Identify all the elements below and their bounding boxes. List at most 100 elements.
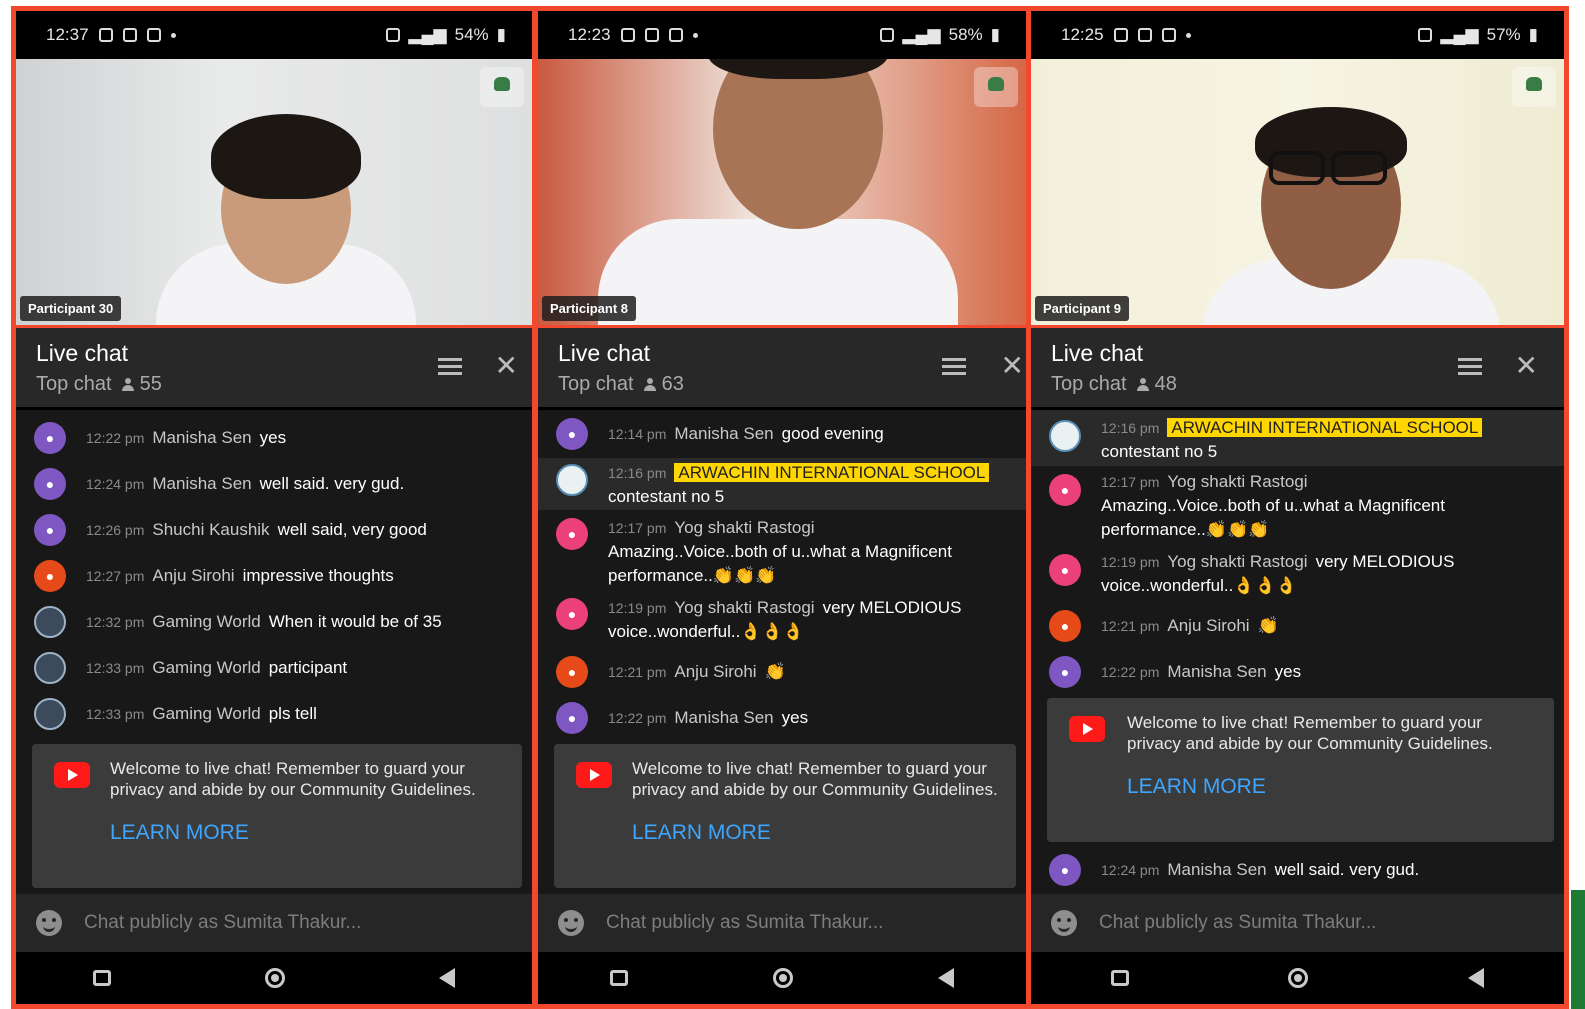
avatar: ● (556, 518, 588, 550)
close-icon[interactable]: ✕ (1515, 352, 1538, 380)
participant-label: Participant 8 (542, 296, 637, 321)
more-notifications-icon (1185, 32, 1191, 38)
chat-message: 12:32 pm Gaming World When it would be of … (16, 606, 532, 638)
chat-message: ● 12:21 pm Anju Sirohi 👏 (1031, 610, 1564, 642)
home-icon[interactable] (1288, 968, 1309, 988)
mail-icon (1161, 28, 1176, 42)
status-time: 12:23 (568, 25, 611, 44)
battery-level: 58% (948, 25, 983, 44)
more-notifications-icon (692, 32, 698, 38)
back-icon[interactable] (937, 968, 954, 988)
chat-message-list[interactable]: ● 12:22 pm Manisha Sen yes ● 12:24 pm Manis… (16, 410, 532, 894)
chat-title: Live chat (1051, 340, 1144, 366)
avatar: ● (1049, 656, 1081, 688)
status-time: 12:25 (1061, 25, 1104, 44)
filter-settings-icon[interactable] (438, 356, 462, 378)
gallery-icon (620, 28, 635, 42)
battery-level: 57% (1486, 25, 1521, 44)
recent-apps-icon[interactable] (93, 970, 111, 986)
youtube-icon (576, 762, 612, 788)
chat-header: Live chat Top chat 48 ✕ (1031, 325, 1564, 407)
chat-message: ● 12:26 pm Shuchi Kaushik well said, very … (16, 514, 532, 546)
avatar: ● (34, 422, 66, 454)
avatar: ● (556, 702, 588, 734)
video-player[interactable]: Participant 9 (1031, 59, 1564, 325)
chat-message: ● 12:22 pm Manisha Sen yes (16, 422, 532, 454)
chat-input-placeholder[interactable]: Chat publicly as Sumita Thakur... (1099, 912, 1376, 934)
filter-settings-icon[interactable] (1458, 356, 1482, 378)
avatar: ● (1049, 554, 1081, 586)
message-icon (668, 28, 683, 42)
phone-screenshot-3: 12:25 ▂▄▆ 57% ▮ Participant 9 Live chat … (1026, 6, 1569, 1009)
alarm-icon (880, 28, 895, 42)
battery-icon: ▮ (496, 25, 506, 44)
whatsapp-icon (1113, 28, 1128, 42)
notification-icon (122, 28, 137, 42)
top-chat-dropdown[interactable]: Top chat (558, 373, 634, 396)
gallery-icon (1137, 28, 1152, 42)
emoji-icon[interactable] (1051, 910, 1077, 936)
chat-input-placeholder[interactable]: Chat publicly as Sumita Thakur... (84, 912, 361, 934)
top-chat-dropdown[interactable]: Top chat (36, 373, 112, 396)
chat-message: ● 12:17 pm Yog shakti Rastogi Amazing..Vo… (538, 516, 1026, 588)
chat-input[interactable]: Chat publicly as Sumita Thakur... (1031, 894, 1564, 952)
chat-input[interactable]: Chat publicly as Sumita Thakur... (16, 894, 532, 952)
close-icon[interactable]: ✕ (495, 352, 518, 380)
chat-message: ● 12:14 pm Manisha Sen good evening (538, 418, 1026, 450)
phone-screenshot-2: 12:23 ▂▄▆ 58% ▮ Participant 8 Live chat … (533, 6, 1031, 1009)
top-chat-dropdown[interactable]: Top chat (1051, 373, 1127, 396)
battery-icon: ▮ (990, 25, 1000, 44)
avatar: ● (1049, 854, 1081, 886)
welcome-text: Welcome to live chat! Remember to guard … (110, 759, 476, 799)
person-icon (643, 378, 656, 391)
back-icon[interactable] (439, 968, 455, 988)
recent-apps-icon[interactable] (610, 970, 629, 986)
chat-message: ● 12:27 pm Anju Sirohi impressive thoughts (16, 560, 532, 592)
welcome-card: Welcome to live chat! Remember to guard … (554, 744, 1016, 888)
close-icon[interactable]: ✕ (1001, 352, 1024, 380)
viewer-count: 63 (643, 373, 684, 396)
signal-icon: ▂▄▆ (408, 25, 447, 44)
welcome-card: Welcome to live chat! Remember to guard … (32, 744, 522, 888)
filter-settings-icon[interactable] (942, 356, 966, 378)
video-player[interactable]: Participant 30 (16, 59, 532, 325)
avatar (34, 606, 66, 638)
signal-icon: ▂▄▆ (1440, 25, 1479, 44)
chat-message-owner: 12:16 pm ARWACHIN INTERNATIONAL SCHOOL co… (1031, 410, 1564, 466)
streamyard-watermark (480, 67, 524, 107)
youtube-icon (1069, 716, 1105, 742)
school-logo-avatar (1049, 420, 1081, 452)
home-icon[interactable] (265, 968, 285, 988)
chat-message: ● 12:19 pm Yog shakti Rastogi very MELODIO… (538, 596, 1026, 644)
alarm-icon (1418, 28, 1433, 42)
owner-badge: ARWACHIN INTERNATIONAL SCHOOL (674, 463, 990, 482)
avatar: ● (556, 656, 588, 688)
chat-message: ● 12:24 pm Manisha Sen well said. very gud… (16, 468, 532, 500)
back-icon[interactable] (1468, 968, 1485, 988)
android-nav-bar (538, 952, 1026, 1004)
emoji-icon[interactable] (36, 910, 62, 936)
welcome-card: Welcome to live chat! Remember to guard … (1047, 698, 1554, 842)
recent-apps-icon[interactable] (1110, 970, 1129, 986)
chat-message: ● 12:22 pm Manisha Sen yes (1031, 656, 1564, 688)
owner-badge: ARWACHIN INTERNATIONAL SCHOOL (1167, 418, 1483, 437)
chat-input-placeholder[interactable]: Chat publicly as Sumita Thakur... (606, 912, 883, 934)
learn-more-link[interactable]: LEARN MORE (110, 822, 504, 843)
learn-more-link[interactable]: LEARN MORE (632, 822, 998, 843)
emoji-icon[interactable] (558, 910, 584, 936)
learn-more-link[interactable]: LEARN MORE (1127, 776, 1536, 797)
avatar: ● (556, 418, 588, 450)
viewer-count: 55 (121, 373, 162, 396)
chat-header: Live chat Top chat 55 ✕ (16, 325, 532, 407)
battery-level: 54% (454, 25, 489, 44)
streamyard-watermark (974, 67, 1018, 107)
chat-input[interactable]: Chat publicly as Sumita Thakur... (538, 894, 1026, 952)
chat-message-list[interactable]: ● 12:14 pm Manisha Sen good evening 12:16 … (538, 410, 1026, 894)
home-icon[interactable] (772, 968, 793, 988)
chat-message-list[interactable]: 12:16 pm ARWACHIN INTERNATIONAL SCHOOL co… (1031, 410, 1564, 894)
video-player[interactable]: Participant 8 (538, 59, 1026, 325)
chat-message: ● 12:19 pm Yog shakti Rastogi very MELODIO… (1031, 550, 1564, 598)
youtube-icon (54, 762, 90, 788)
background-decoration (1571, 890, 1585, 1009)
chat-message: 12:33 pm Gaming World participant (16, 652, 532, 684)
